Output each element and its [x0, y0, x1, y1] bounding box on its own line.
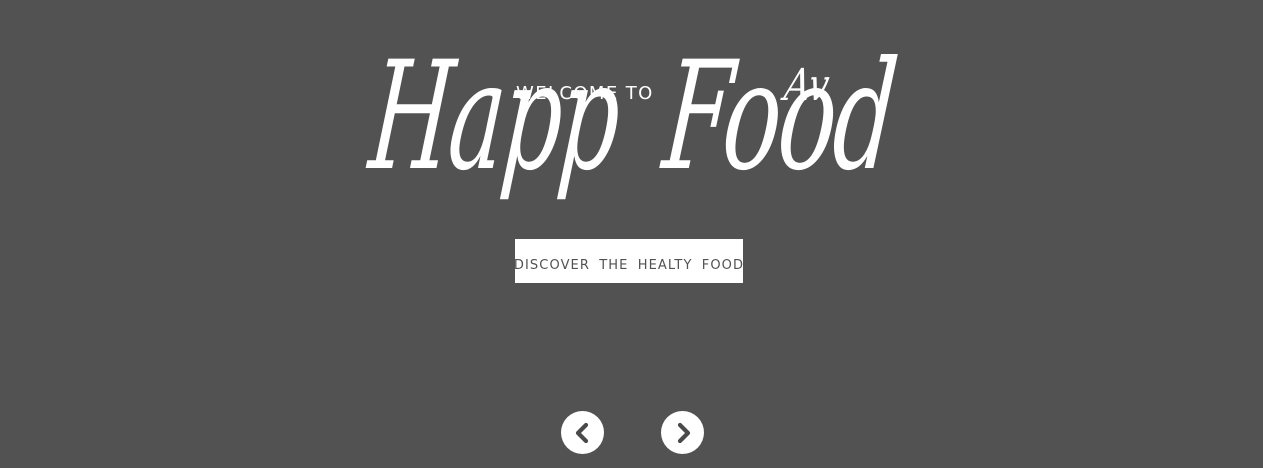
slider-next-button[interactable]	[661, 411, 704, 454]
discover-button-label: DISCOVER THE HEALTY FOOD	[513, 258, 745, 273]
brand-word-food: Food	[657, 30, 902, 204]
brand-word-happ: Happ	[363, 30, 625, 204]
hero-section: WELCOME TO Happ Food Av DISCOVER THE HEA…	[0, 0, 1263, 468]
discover-button[interactable]: DISCOVER THE HEALTY FOOD	[513, 239, 745, 283]
chevron-left-icon	[575, 422, 588, 443]
brand-superscript: Av	[781, 60, 833, 111]
slider-prev-button[interactable]	[561, 411, 604, 454]
chevron-right-icon	[677, 422, 690, 443]
